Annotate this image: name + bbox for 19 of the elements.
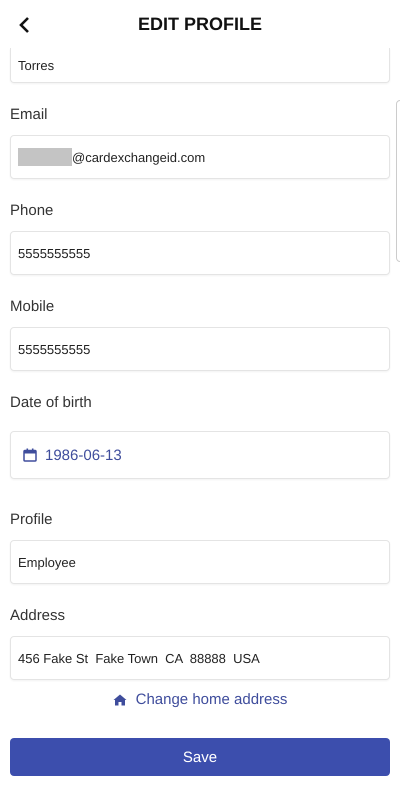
text-field[interactable]: Employee <box>10 540 390 584</box>
text-field[interactable]: 456 Fake St Fake Town CA 88888 USA <box>10 636 390 680</box>
text-field[interactable]: 5555555555 <box>10 327 390 371</box>
calendar-icon <box>23 448 37 462</box>
field-label: Date of birth <box>10 393 93 413</box>
field-label: Profile <box>10 510 54 530</box>
home-icon <box>112 694 127 706</box>
field-label: Mobile <box>10 297 56 317</box>
back-icon[interactable] <box>18 16 30 34</box>
save-button[interactable]: Save <box>10 738 390 776</box>
date-field[interactable]: 1986-06-13 <box>10 431 390 479</box>
field-label: Phone <box>10 201 54 221</box>
text-field[interactable]: 5555555555 <box>10 231 390 275</box>
text-field[interactable]: @cardexchangeid.com <box>10 135 390 179</box>
field-label: Address <box>10 606 66 626</box>
change-address-link[interactable]: Change home address <box>112 692 288 708</box>
page-title: EDIT PROFILE <box>138 14 262 34</box>
field-label: Email <box>10 105 49 125</box>
text-field[interactable]: Torres <box>10 48 390 83</box>
